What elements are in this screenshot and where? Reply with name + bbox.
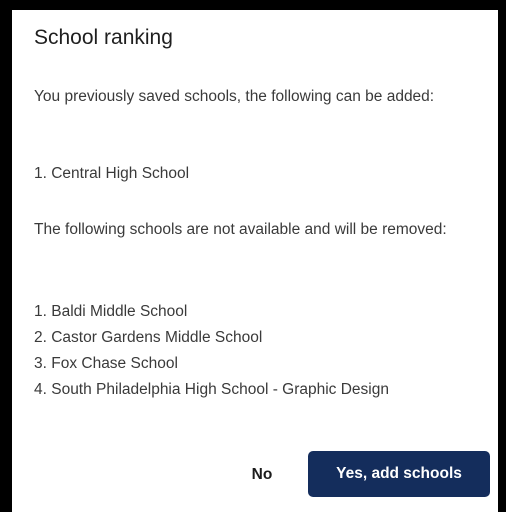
removal-text: The following schools are not available … <box>34 221 447 238</box>
list-item: 1. Central High School <box>34 165 190 182</box>
list-item: 3. Fox Chase School <box>34 355 178 372</box>
list-item: 4. South Philadelphia High School - Grap… <box>34 381 389 398</box>
dialog-title: School ranking <box>34 26 173 49</box>
list-item: 1. Baldi Middle School <box>34 303 188 320</box>
yes-add-schools-button[interactable]: Yes, add schools <box>308 451 490 497</box>
intro-text: You previously saved schools, the follow… <box>34 88 435 105</box>
list-item: 2. Castor Gardens Middle School <box>34 329 263 346</box>
no-button[interactable]: No <box>239 453 285 497</box>
removed-schools-list: 1. Baldi Middle School 2. Castor Gardens… <box>34 299 486 403</box>
school-ranking-dialog: School ranking You previously saved scho… <box>12 10 498 512</box>
addable-schools-list: 1. Central High School <box>34 161 486 187</box>
